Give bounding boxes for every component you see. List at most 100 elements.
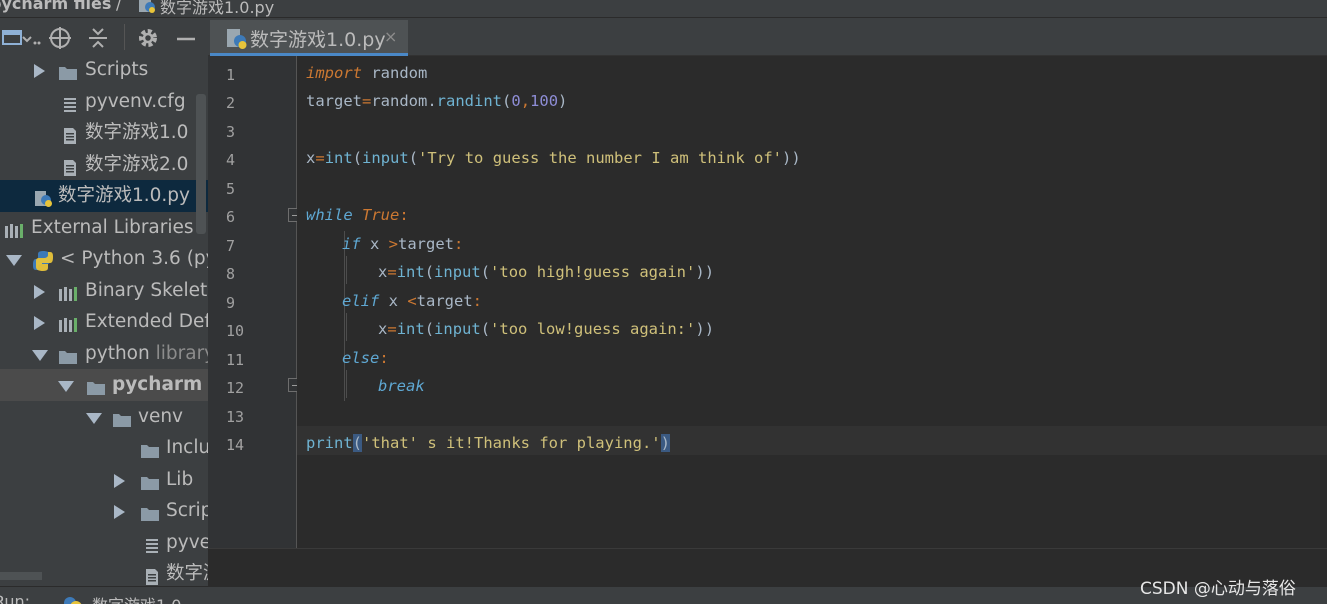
tree-item-label: pyve <box>166 531 208 553</box>
keyword: if <box>342 235 361 253</box>
tree-item[interactable]: pyve <box>0 527 208 559</box>
tree-vertical-scrollbar[interactable] <box>196 94 206 234</box>
text-file-icon <box>142 565 162 585</box>
gear-icon[interactable] <box>136 26 162 50</box>
tree-item[interactable]: Inclu <box>0 432 208 464</box>
tree-item[interactable]: python library <box>0 338 208 370</box>
breadcrumb-file[interactable]: 数字游戏1.0.py <box>160 0 274 17</box>
number: 0 <box>511 92 521 110</box>
code-text: random <box>362 64 428 82</box>
chevron-down-icon[interactable] <box>58 381 74 392</box>
keyword: import <box>306 64 362 82</box>
chevron-right-icon[interactable] <box>114 473 125 488</box>
run-tab[interactable]: 数字游戏1.0 <box>92 592 181 604</box>
builtin: int <box>324 149 353 167</box>
library-icon <box>58 313 78 332</box>
operator: : <box>399 206 409 224</box>
chevron-down-icon[interactable] <box>86 412 102 424</box>
code-line-1: import random <box>306 59 427 87</box>
tree-item-label: Inclu <box>166 437 208 458</box>
toolbar-divider <box>124 24 125 50</box>
chevron-right-icon[interactable] <box>114 505 125 519</box>
code-text: )) <box>782 149 801 167</box>
code-text: x <box>378 263 388 281</box>
tree-item-label: pycharm fi <box>112 374 208 395</box>
builtin: input <box>434 320 481 338</box>
tree-item[interactable]: pyvenv.cfg <box>0 86 208 118</box>
python-file-icon <box>138 0 156 17</box>
tree-item[interactable]: Lib <box>0 464 208 496</box>
operator: = <box>387 263 397 281</box>
line-number: 1 <box>226 66 236 84</box>
line-number: 13 <box>226 408 245 426</box>
chevron-down-icon[interactable] <box>32 349 48 361</box>
view-mode-icon[interactable] <box>2 26 41 50</box>
function-call: randint <box>436 92 502 110</box>
tree-item[interactable]: < Python 3.6 (pyc <box>0 243 208 275</box>
tree-item-label: 数字游 <box>166 563 208 584</box>
python-file-icon <box>62 594 84 604</box>
code-line-14: print('that' s it!Thanks for playing.') <box>306 429 670 457</box>
code-text: target <box>398 235 455 253</box>
tree-item-label: Lib <box>166 468 194 490</box>
code-editor[interactable]: import random target=random.randint(0,10… <box>297 56 1327 548</box>
string: 'too high!guess again' <box>490 263 696 281</box>
code-line-12: break <box>378 372 425 400</box>
code-line-4: x=int(input('Try to guess the number I a… <box>306 144 801 172</box>
chevron-right-icon[interactable] <box>34 284 45 299</box>
tree-item[interactable]: 数字游戏1.0 <box>0 117 208 149</box>
tree-item[interactable]: 数字游戏2.0 <box>0 149 208 181</box>
text-file-icon <box>60 156 80 176</box>
tree-item-label: Scripts <box>85 59 149 80</box>
python-sdk-icon <box>32 250 53 271</box>
tree-item[interactable]: Extended Defi <box>0 306 208 338</box>
tree-item[interactable]: 数字游戏1.0.py <box>0 180 208 212</box>
folder-icon <box>140 502 160 521</box>
builtin: int <box>396 263 425 281</box>
tree-item[interactable]: venv <box>0 401 208 433</box>
code-text: ( <box>424 263 435 281</box>
tree-item[interactable]: Scripts <box>0 54 208 86</box>
folder-icon <box>58 345 78 364</box>
code-text: ( <box>480 263 491 281</box>
code-line-10: x=int(input('too low!guess again:')) <box>378 315 714 343</box>
chevron-down-icon[interactable] <box>6 255 22 266</box>
close-icon[interactable]: × <box>384 27 397 46</box>
operator: = <box>362 92 372 110</box>
tab-main-file[interactable]: 数字游戏1.0.py × <box>210 20 408 56</box>
chevron-right-icon[interactable] <box>34 316 45 330</box>
tree-horizontal-scrollbar[interactable] <box>0 572 42 580</box>
minimize-icon[interactable] <box>174 26 200 50</box>
folder-icon <box>112 408 132 427</box>
python-file-icon <box>226 28 248 54</box>
operator: > <box>388 235 399 253</box>
tree-item[interactable]: Binary Skeleto <box>0 275 208 307</box>
breadcrumb-project[interactable]: pycharm files <box>0 0 111 13</box>
code-text: ( <box>424 320 435 338</box>
indent-guide <box>346 370 347 398</box>
string: 'that' s it!Thanks for playing.' <box>362 434 661 452</box>
tree-item[interactable]: pycharm fi <box>0 369 208 401</box>
code-line-9: elif x <target: <box>342 287 482 315</box>
code-text: random. <box>371 92 437 110</box>
builtin: print <box>306 434 353 452</box>
code-line-8: x=int(input('too high!guess again')) <box>378 258 714 286</box>
operator: , <box>520 92 531 110</box>
code-line-6: while True: <box>306 201 409 229</box>
tree-item[interactable]: Scrip <box>0 495 208 527</box>
collapse-all-icon[interactable] <box>86 26 112 50</box>
operator: : <box>454 235 464 253</box>
config-file-icon <box>142 534 162 553</box>
code-text: x <box>379 292 408 310</box>
line-number: 4 <box>226 151 236 169</box>
tree-item[interactable]: External Libraries <box>0 212 208 244</box>
locate-file-icon[interactable] <box>48 26 74 50</box>
chevron-right-icon[interactable] <box>34 64 45 78</box>
tree-item-label: External Libraries <box>31 216 194 238</box>
matched-brace: ) <box>660 434 670 452</box>
code-text: ( <box>408 149 419 167</box>
line-number: 12 <box>226 379 245 397</box>
operator: < <box>407 292 417 310</box>
config-file-icon <box>60 93 80 112</box>
